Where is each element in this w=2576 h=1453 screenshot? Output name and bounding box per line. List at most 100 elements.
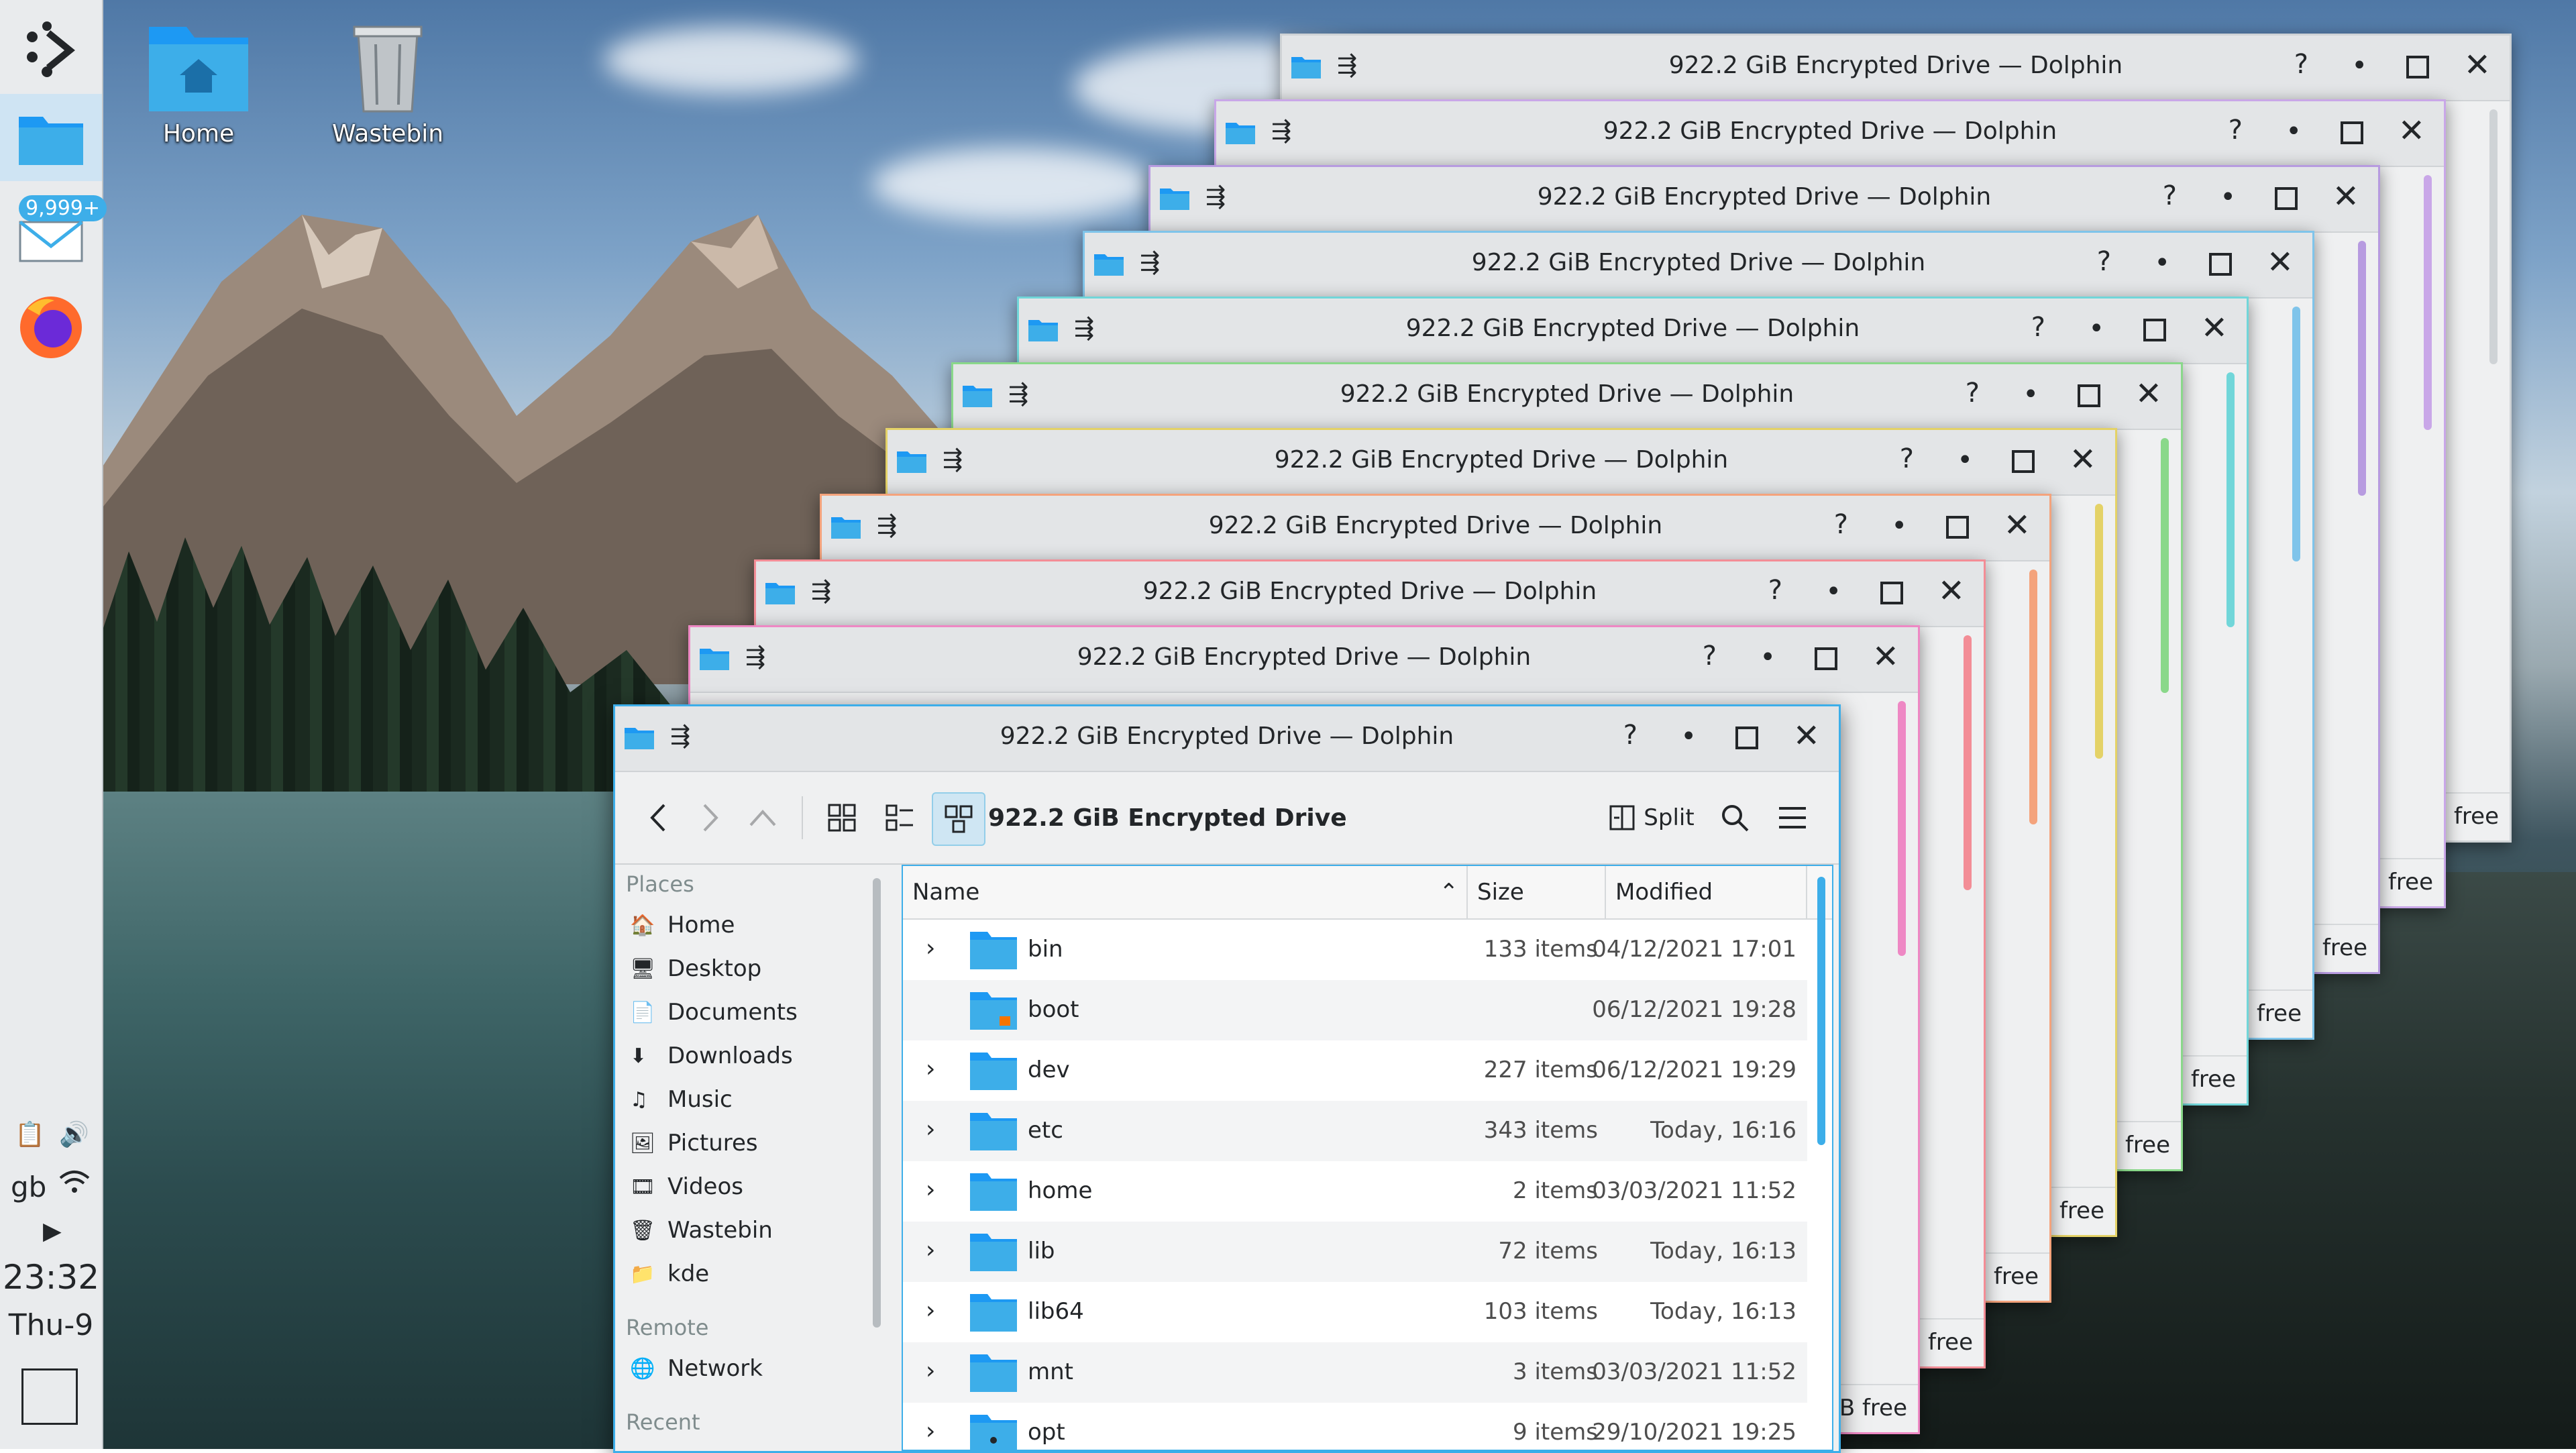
window-titlebar[interactable]: ⇶ 922.2 GiB Encrypted Drive — Dolphin? • ✕ (1282, 36, 2510, 101)
close-button[interactable]: ✕ (2004, 506, 2031, 544)
file-row-dev[interactable]: › dev 227 items 06/12/2021 19:29 (903, 1040, 1807, 1101)
clock-date[interactable]: Thu-9 (0, 1308, 102, 1342)
minimize-button[interactable]: • (1760, 642, 1776, 673)
maximize-button[interactable] (2406, 56, 2429, 78)
window-titlebar[interactable]: ⇶ 922.2 GiB Encrypted Drive — Dolphin? • ✕ (822, 496, 2049, 561)
places-item-home[interactable]: 🏠 Home (615, 904, 892, 947)
window-titlebar[interactable]: ⇶ 922.2 GiB Encrypted Drive — Dolphin? • ✕ (953, 364, 2181, 430)
window-titlebar[interactable]: ⇶ 922.2 GiB Encrypted Drive — Dolphin? • ✕ (1019, 299, 2247, 364)
expand-chevron-icon[interactable]: › (926, 1357, 935, 1385)
maximize-button[interactable] (2341, 121, 2363, 144)
icons-view-button[interactable] (816, 792, 867, 843)
window-titlebar[interactable]: ⇶ 922.2 GiB Encrypted Drive — Dolphin? • ✕ (888, 430, 2115, 496)
maximize-button[interactable] (2209, 253, 2232, 276)
places-item-desktop[interactable]: 🖥 Desktop (615, 947, 892, 991)
help-button[interactable]: ? (2163, 180, 2177, 211)
wifi-icon[interactable] (58, 1169, 91, 1202)
close-button[interactable]: ✕ (1793, 717, 1820, 755)
maximize-button[interactable] (2275, 187, 2298, 210)
places-item-network[interactable]: 🌐 Network (615, 1347, 892, 1391)
window-titlebar[interactable]: ⇶ 922.2 GiB Encrypted Drive — Dolphin ? … (615, 706, 1839, 772)
maximize-button[interactable] (1880, 582, 1903, 604)
places-item-kde[interactable]: 📁 kde (615, 1252, 892, 1296)
places-item-downloads[interactable]: ⬇ Downloads (615, 1034, 892, 1078)
help-button[interactable]: ? (2229, 115, 2243, 146)
close-button[interactable]: ✕ (2070, 441, 2096, 478)
file-row-etc[interactable]: › etc 343 items Today, 16:16 (903, 1101, 1807, 1161)
window-scrollbar[interactable] (2489, 109, 2498, 364)
minimize-button[interactable]: • (2220, 182, 2236, 213)
close-button[interactable]: ✕ (2201, 309, 2228, 347)
minimize-button[interactable]: • (2286, 116, 2302, 147)
back-button[interactable] (638, 792, 678, 843)
close-button[interactable]: ✕ (2464, 46, 2491, 84)
close-button[interactable]: ✕ (1872, 638, 1899, 676)
search-button[interactable] (1711, 792, 1758, 843)
window-scrollbar[interactable] (1898, 701, 1906, 956)
expand-chevron-icon[interactable]: › (926, 1055, 935, 1083)
help-button[interactable]: ? (1623, 720, 1638, 751)
maximize-button[interactable] (1815, 647, 1837, 670)
maximize-button[interactable] (1735, 726, 1758, 749)
close-button[interactable]: ✕ (1938, 572, 1965, 610)
volume-icon[interactable]: 🔊 (59, 1120, 89, 1148)
desktop-icon-home[interactable]: Home (125, 13, 272, 148)
window-scrollbar[interactable] (2029, 570, 2037, 824)
expand-chevron-icon[interactable]: › (926, 1236, 935, 1264)
column-size[interactable]: Size (1468, 866, 1606, 918)
file-row-bin[interactable]: › bin 133 items 04/12/2021 17:01 (903, 920, 1807, 980)
places-section-header[interactable]: Recent (615, 1403, 892, 1442)
expand-chevron-icon[interactable]: › (926, 1176, 935, 1203)
file-row-lib64[interactable]: › lib64 103 items Today, 16:13 (903, 1282, 1807, 1342)
places-item-documents[interactable]: 📄 Documents (615, 991, 892, 1034)
window-scrollbar[interactable] (2424, 175, 2432, 430)
expand-chevron-icon[interactable]: › (926, 1297, 935, 1324)
minimize-button[interactable]: • (2023, 379, 2039, 410)
file-view-scrollbar[interactable] (1817, 877, 1825, 1145)
window-titlebar[interactable]: ⇶ 922.2 GiB Encrypted Drive — Dolphin? • ✕ (1085, 233, 2312, 299)
maximize-button[interactable] (2012, 450, 2035, 473)
file-row-lib[interactable]: › lib 72 items Today, 16:13 (903, 1222, 1807, 1282)
file-row-home[interactable]: › home 2 items 03/03/2021 11:52 (903, 1161, 1807, 1222)
help-button[interactable]: ? (1966, 378, 1980, 409)
places-scrollbar[interactable] (873, 878, 881, 1328)
compact-view-button[interactable] (874, 792, 925, 843)
places-section-header[interactable]: Remote (615, 1308, 892, 1347)
help-button[interactable]: ? (2294, 49, 2308, 80)
details-view-button[interactable] (932, 792, 985, 846)
hamburger-menu-button[interactable] (1769, 792, 1816, 843)
keyboard-layout-indicator[interactable]: gb (11, 1171, 46, 1203)
file-row-boot[interactable]: boot 06/12/2021 19:28 (903, 980, 1807, 1040)
window-titlebar[interactable]: ⇶ 922.2 GiB Encrypted Drive — Dolphin? • ✕ (690, 627, 1918, 693)
help-button[interactable]: ? (2097, 246, 2111, 277)
minimize-button[interactable]: • (1891, 510, 1907, 541)
expand-chevron-icon[interactable]: › (926, 934, 935, 962)
places-item-videos[interactable]: 🎞 Videos (615, 1165, 892, 1209)
taskbar-mail[interactable]: 9,999+ (0, 191, 107, 278)
column-name[interactable]: Name ⌃ (903, 866, 1468, 918)
file-row-mnt[interactable]: › mnt 3 items 03/03/2021 11:52 (903, 1342, 1807, 1403)
minimize-button[interactable]: • (2088, 313, 2104, 344)
close-button[interactable]: ✕ (2398, 112, 2425, 150)
minimize-button[interactable]: • (2351, 50, 2367, 81)
close-button[interactable]: ✕ (2332, 178, 2359, 215)
window-titlebar[interactable]: ⇶ 922.2 GiB Encrypted Drive — Dolphin? • ✕ (756, 561, 1984, 627)
window-scrollbar[interactable] (1964, 635, 1972, 890)
window-titlebar[interactable]: ⇶ 922.2 GiB Encrypted Drive — Dolphin? • ✕ (1150, 167, 2378, 233)
up-button[interactable] (743, 792, 783, 843)
close-button[interactable]: ✕ (2267, 244, 2294, 281)
application-launcher[interactable] (0, 13, 102, 87)
window-scrollbar[interactable] (2292, 307, 2300, 561)
window-titlebar[interactable]: ⇶ 922.2 GiB Encrypted Drive — Dolphin? • ✕ (1216, 101, 2444, 167)
help-button[interactable]: ? (2031, 312, 2045, 343)
maximize-button[interactable] (1946, 516, 1969, 539)
window-scrollbar[interactable] (2358, 241, 2366, 496)
clipboard-icon[interactable]: 📋 (15, 1120, 45, 1148)
location-breadcrumb[interactable]: 922.2 GiB Encrypted Drive (988, 804, 1347, 832)
places-section-header[interactable]: Places (615, 865, 892, 904)
places-item-music[interactable]: ♫ Music (615, 1078, 892, 1122)
minimize-button[interactable]: • (1680, 721, 1697, 752)
forward-button[interactable] (690, 792, 731, 843)
minimize-button[interactable]: • (1957, 445, 1973, 476)
help-button[interactable]: ? (1768, 575, 1782, 606)
